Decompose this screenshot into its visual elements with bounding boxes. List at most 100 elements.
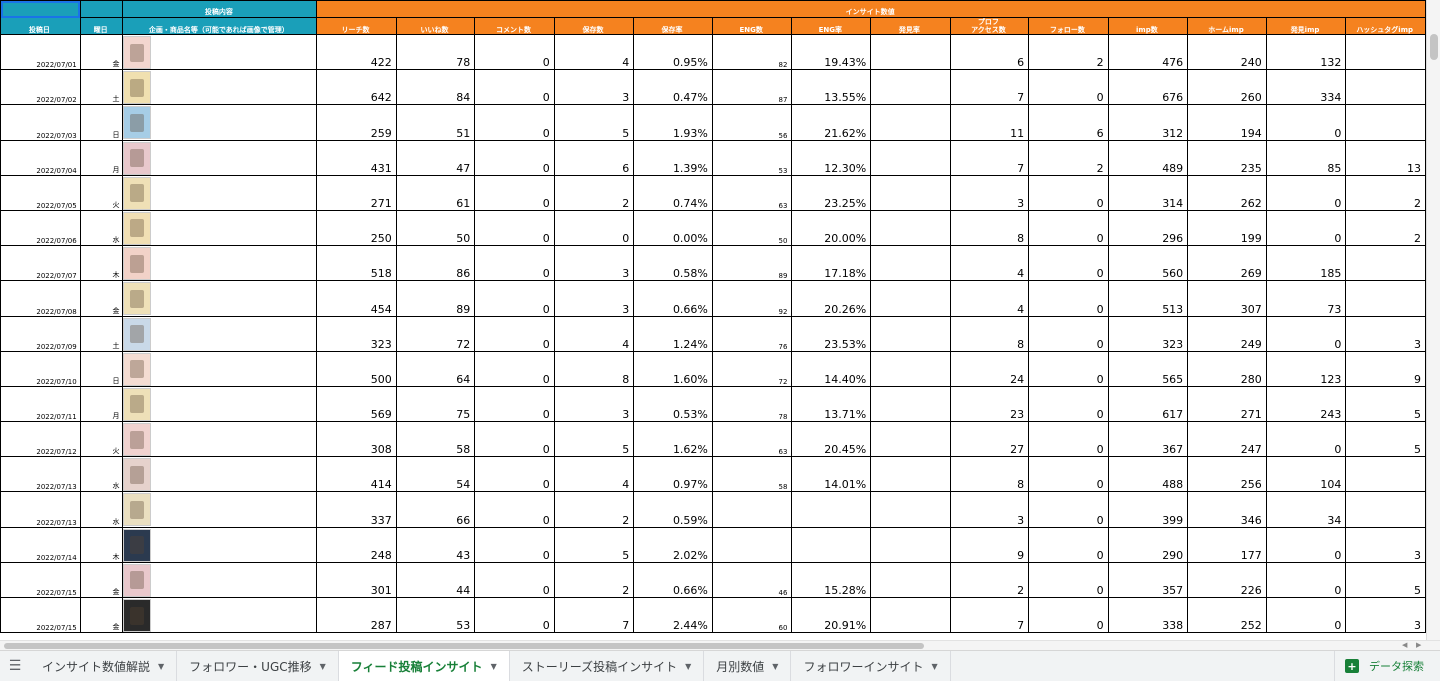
cell-prof[interactable]: 7 [949, 69, 1030, 106]
caret-down-icon[interactable]: ▼ [685, 662, 691, 671]
post-thumbnail-cell[interactable] [122, 245, 318, 282]
all-sheets-menu-icon[interactable]: ☰ [0, 651, 30, 681]
cell-date[interactable]: 2022/07/15 [0, 561, 81, 599]
cell-saves[interactable]: 3 [553, 69, 635, 106]
cell-saves[interactable]: 3 [553, 385, 635, 423]
cell-eng[interactable]: 46 [711, 561, 793, 599]
cell-home[interactable]: 269 [1187, 245, 1267, 282]
cell-follow[interactable]: 0 [1028, 421, 1109, 458]
cell-follow[interactable]: 0 [1028, 209, 1109, 247]
column-header[interactable]: 保存率 [633, 17, 713, 35]
cell-likes[interactable]: 53 [395, 596, 476, 634]
cell-dow[interactable]: 木 [79, 526, 124, 563]
cell-eng[interactable]: 82 [711, 33, 793, 71]
cell-saves[interactable]: 0 [553, 209, 635, 247]
cell-eng-rate[interactable]: 23.25% [791, 174, 872, 211]
cell-saves[interactable]: 2 [553, 491, 635, 528]
cell-eng[interactable]: 87 [711, 69, 793, 106]
cell-disc-imp[interactable]: 243 [1265, 385, 1347, 423]
cell-comments[interactable]: 0 [474, 385, 555, 423]
header-group-post[interactable]: 投稿内容 [122, 0, 318, 18]
cell-reach[interactable]: 250 [316, 209, 397, 247]
sheet-tab[interactable]: 月別数値 ▼ [704, 651, 792, 681]
cell-disc-imp[interactable]: 0 [1265, 596, 1347, 634]
cell-eng-rate[interactable] [791, 526, 872, 563]
post-thumbnail-image[interactable] [123, 563, 152, 597]
cell-dow[interactable]: 水 [79, 209, 124, 247]
cell-comments[interactable]: 0 [474, 209, 555, 247]
cell-eng-rate[interactable] [791, 491, 872, 528]
cell-reach[interactable]: 323 [316, 315, 397, 352]
cell-likes[interactable]: 84 [395, 69, 476, 106]
cell-comments[interactable]: 0 [474, 315, 555, 352]
cell-likes[interactable]: 66 [395, 491, 476, 528]
vertical-scroll-thumb[interactable] [1430, 34, 1438, 60]
cell-eng-rate[interactable]: 14.01% [791, 456, 872, 493]
cell-imp[interactable]: 312 [1107, 104, 1189, 141]
cell-home[interactable]: 262 [1187, 174, 1267, 211]
cell-save-rate[interactable]: 0.47% [633, 69, 713, 106]
cell-home[interactable]: 256 [1187, 456, 1267, 493]
cell-saves[interactable]: 2 [553, 561, 635, 599]
cell-hash[interactable]: 5 [1345, 421, 1426, 458]
cell-date[interactable]: 2022/07/12 [0, 421, 81, 458]
cell-comments[interactable]: 0 [474, 421, 555, 458]
cell-follow[interactable]: 2 [1028, 33, 1109, 71]
column-header[interactable]: フォロー数 [1028, 17, 1109, 35]
cell-home[interactable]: 346 [1187, 491, 1267, 528]
cell-imp[interactable]: 323 [1107, 315, 1189, 352]
cell-likes[interactable]: 47 [395, 139, 476, 176]
horizontal-scroll-thumb[interactable] [4, 643, 924, 649]
cell-home[interactable]: 199 [1187, 209, 1267, 247]
sheet-tab[interactable]: インサイト数値解説 ▼ [30, 651, 178, 681]
cell-disc-imp[interactable]: 104 [1265, 456, 1347, 493]
cell-eng[interactable] [711, 526, 793, 563]
cell-home[interactable]: 307 [1187, 280, 1267, 317]
cell-follow[interactable]: 0 [1028, 315, 1109, 352]
cell-date[interactable]: 2022/07/08 [0, 280, 81, 317]
cell-save-rate[interactable]: 0.66% [633, 561, 713, 599]
cell-save-rate[interactable]: 0.53% [633, 385, 713, 423]
cell-hash[interactable]: 5 [1345, 385, 1426, 423]
cell-reach[interactable]: 259 [316, 104, 397, 141]
cell-likes[interactable]: 64 [395, 350, 476, 387]
cell-eng[interactable]: 60 [711, 596, 793, 634]
cell-hash[interactable] [1345, 245, 1426, 282]
cell-reach[interactable]: 642 [316, 69, 397, 106]
post-thumbnail-image[interactable] [123, 423, 152, 456]
cell-eng[interactable] [711, 491, 793, 528]
cell-dow[interactable]: 日 [79, 104, 124, 141]
cell-likes[interactable]: 86 [395, 245, 476, 282]
cell-disc-imp[interactable]: 0 [1265, 526, 1347, 563]
post-thumbnail-image[interactable] [123, 387, 152, 421]
cell-disc-imp[interactable]: 334 [1265, 69, 1347, 106]
cell-discover[interactable] [870, 69, 951, 106]
post-thumbnail-image[interactable] [123, 176, 152, 210]
caret-down-icon[interactable]: ▼ [931, 662, 937, 671]
cell-saves[interactable]: 5 [553, 421, 635, 458]
post-thumbnail-image[interactable] [123, 528, 152, 562]
cell-reach[interactable]: 422 [316, 33, 397, 71]
cell-discover[interactable] [870, 561, 951, 599]
header-cell-empty[interactable] [0, 0, 81, 18]
cell-imp[interactable]: 513 [1107, 280, 1189, 317]
cell-saves[interactable]: 6 [553, 139, 635, 176]
cell-dow[interactable]: 金 [79, 33, 124, 71]
cell-imp[interactable]: 476 [1107, 33, 1189, 71]
cell-saves[interactable]: 5 [553, 526, 635, 563]
column-header[interactable]: 投稿日 [0, 17, 81, 35]
cell-likes[interactable]: 58 [395, 421, 476, 458]
column-header[interactable]: imp数 [1107, 17, 1189, 35]
cell-hash[interactable]: 13 [1345, 139, 1426, 176]
cell-discover[interactable] [870, 209, 951, 247]
cell-save-rate[interactable]: 1.60% [633, 350, 713, 387]
cell-date[interactable]: 2022/07/07 [0, 245, 81, 282]
cell-hash[interactable]: 3 [1345, 315, 1426, 352]
cell-dow[interactable]: 金 [79, 280, 124, 317]
cell-save-rate[interactable]: 0.66% [633, 280, 713, 317]
horizontal-scrollbar[interactable]: ◀ ▶ [0, 640, 1440, 650]
cell-eng-rate[interactable]: 20.26% [791, 280, 872, 317]
cell-likes[interactable]: 89 [395, 280, 476, 317]
cell-imp[interactable]: 314 [1107, 174, 1189, 211]
cell-follow[interactable]: 0 [1028, 69, 1109, 106]
